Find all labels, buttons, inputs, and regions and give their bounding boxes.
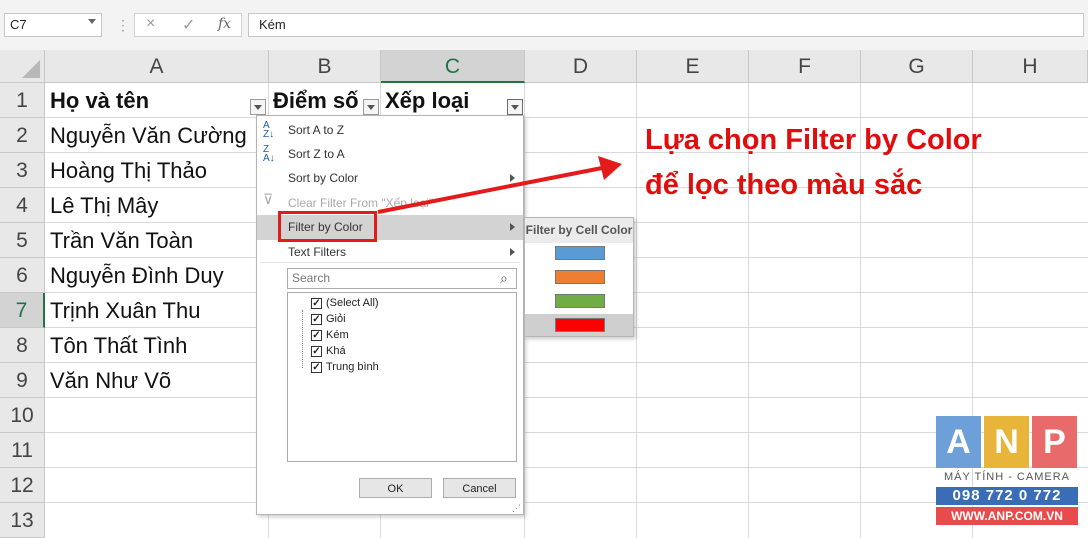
row-header-7[interactable]: 7	[0, 293, 45, 328]
column-header-a[interactable]: A	[45, 50, 269, 83]
row-header-2[interactable]: 2	[0, 118, 45, 153]
header-cell-score[interactable]: Điểm số	[273, 88, 359, 114]
name-cell[interactable]: Trịnh Xuân Thu	[50, 298, 200, 324]
sort-a-z-icon: A Z↓	[263, 120, 275, 140]
color-swatch-red[interactable]	[555, 318, 605, 332]
name-box[interactable]: C7	[4, 13, 102, 37]
color-swatch-green[interactable]	[555, 294, 605, 308]
column-header-c[interactable]: C	[381, 50, 525, 83]
cancel-entry-icon[interactable]: ×	[146, 15, 155, 33]
checkbox-label: Trung bình	[326, 361, 379, 373]
row-header-8[interactable]: 8	[0, 328, 45, 363]
checkbox-label: Kém	[326, 329, 349, 341]
insert-function-icon[interactable]: fx	[218, 16, 231, 32]
filter-dropdown-icon[interactable]	[507, 99, 523, 115]
annotation-arrow-icon	[377, 156, 622, 214]
select-all-triangle-icon	[22, 60, 40, 78]
row-header-3[interactable]: 3	[0, 153, 45, 188]
row-header-6[interactable]: 6	[0, 258, 45, 293]
submenu-arrow-icon	[510, 248, 515, 256]
cancel-button[interactable]: Cancel	[443, 478, 516, 498]
column-header-b[interactable]: B	[269, 50, 381, 83]
resize-grip-icon[interactable]: ⋰	[512, 503, 521, 514]
column-header-h[interactable]: H	[973, 50, 1088, 83]
tree-line	[302, 310, 303, 368]
menu-item-label: Sort A to Z	[288, 123, 345, 137]
column-header-f[interactable]: F	[749, 50, 861, 83]
color-swatch-blue[interactable]	[555, 246, 605, 260]
column-header-d[interactable]: D	[525, 50, 637, 83]
grid-line	[45, 467, 1088, 468]
column-header-e[interactable]: E	[637, 50, 749, 83]
logo-letter: N	[984, 416, 1029, 468]
menu-item-label: Sort Z to A	[288, 147, 345, 161]
menu-item-sort-a-z[interactable]: A Z↓ Sort A to Z	[257, 118, 523, 142]
search-icon: ⌕	[500, 270, 508, 286]
grid-line	[45, 362, 1088, 363]
logo-letter: A	[936, 416, 981, 468]
name-cell[interactable]: Lê Thị Mây	[50, 193, 158, 219]
name-cell[interactable]: Văn Như Võ	[50, 368, 171, 394]
checkbox-label: Khá	[326, 345, 346, 357]
ok-button[interactable]: OK	[359, 478, 432, 498]
filter-dropdown-icon[interactable]	[250, 99, 266, 115]
filter-dropdown-icon[interactable]	[363, 99, 379, 115]
anp-logo: A N P MÁY TÍNH - CAMERA 098 772 0 772 WW…	[936, 416, 1078, 531]
checkbox-icon[interactable]: ✓	[311, 346, 322, 357]
name-cell[interactable]: Nguyễn Đình Duy	[50, 263, 224, 289]
grid-line	[45, 432, 1088, 433]
logo-website: WWW.ANP.COM.VN	[936, 507, 1078, 525]
annotation-text: Lựa chọn Filter by Color để lọc theo màu…	[645, 118, 982, 208]
checkbox-icon[interactable]: ✓	[311, 330, 322, 341]
row-header-13[interactable]: 13	[0, 503, 45, 538]
row-header-5[interactable]: 5	[0, 223, 45, 258]
row-header-1[interactable]: 1	[0, 83, 45, 118]
row-header-12[interactable]: 12	[0, 468, 45, 503]
clear-filter-icon: ⊽	[263, 191, 274, 207]
column-header-g[interactable]: G	[861, 50, 973, 83]
highlight-box	[278, 211, 377, 242]
annotation-line-2: để lọc theo màu sắc	[645, 169, 923, 201]
grid-line	[45, 502, 1088, 503]
checkbox-label: (Select All)	[326, 297, 379, 309]
menu-item-label: Sort by Color	[288, 171, 359, 185]
name-cell[interactable]: Nguyễn Văn Cường	[50, 123, 247, 149]
row-header-9[interactable]: 9	[0, 363, 45, 398]
name-box-dropdown-icon[interactable]	[88, 19, 96, 24]
sort-z-a-icon: Z A↓	[263, 144, 275, 164]
name-cell[interactable]: Hoàng Thị Thảo	[50, 158, 207, 184]
logo-subtitle: MÁY TÍNH - CAMERA	[944, 471, 1070, 483]
logo-letter: P	[1032, 416, 1077, 468]
annotation-line-1: Lựa chọn Filter by Color	[645, 124, 982, 156]
menu-divider	[260, 262, 520, 263]
name-cell[interactable]: Trần Văn Toàn	[50, 228, 193, 254]
formula-input[interactable]: Kém	[248, 13, 1084, 37]
formula-bar-grip-icon: ⋮	[116, 17, 130, 33]
enter-entry-icon[interactable]: ✓	[182, 15, 195, 35]
checkbox-icon[interactable]: ✓	[311, 298, 322, 309]
row-header-10[interactable]: 10	[0, 398, 45, 433]
checkbox-icon[interactable]: ✓	[311, 362, 322, 373]
logo-phone: 098 772 0 772	[936, 487, 1078, 505]
menu-item-text-filters[interactable]: Text Filters	[257, 240, 523, 264]
name-cell[interactable]: Tôn Thất Tình	[50, 333, 187, 359]
checkbox-icon[interactable]: ✓	[311, 314, 322, 325]
filter-value-list: ✓ (Select All) ✓ Giỏi ✓ Kém ✓ Khá ✓ Trung bìn…	[287, 292, 517, 462]
menu-item-label: Text Filters	[288, 245, 347, 259]
header-cell-name[interactable]: Họ và tên	[50, 88, 149, 114]
filter-search-input[interactable]: Search	[287, 268, 517, 289]
header-cell-rank[interactable]: Xếp loại	[385, 88, 469, 114]
grid-line	[45, 397, 1088, 398]
color-swatch-orange[interactable]	[555, 270, 605, 284]
checkbox-label: Giỏi	[326, 313, 346, 325]
row-header-4[interactable]: 4	[0, 188, 45, 223]
row-header-11[interactable]: 11	[0, 433, 45, 468]
